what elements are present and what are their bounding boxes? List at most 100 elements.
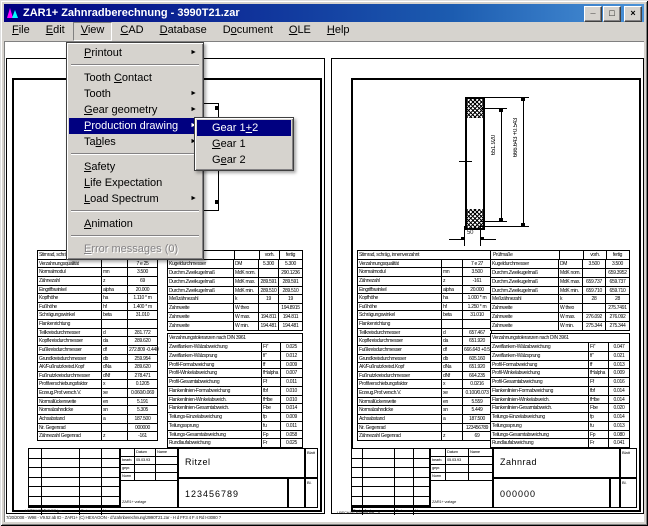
cell-label: Profil-Winkelabweichung (168, 369, 262, 377)
menu-item-label: Load Spectrum (84, 193, 159, 205)
menu-item[interactable]: Gear 1+2 ► (197, 120, 291, 136)
table-row: Norm (121, 473, 177, 481)
menu-item[interactable]: Safety ► (69, 159, 201, 175)
menu-item[interactable] (69, 61, 201, 70)
menu-item[interactable]: Animation ► (69, 216, 201, 232)
table-row: Fußhöhe hf 1.250 * m (358, 303, 491, 312)
cell-value: 664.235 (463, 372, 491, 380)
close-button[interactable]: × (624, 6, 642, 22)
menu-item[interactable]: Gear 1 ► (197, 136, 291, 152)
cell-value: 0.021 (609, 352, 629, 360)
cell-value: 20.000 (128, 286, 157, 294)
menu-item-label: Gear 2 (212, 154, 246, 166)
cell-symbol: fbf (589, 387, 609, 395)
cell-label: Profil-Gesamtabweichung (168, 378, 262, 386)
table-row (29, 478, 119, 488)
cell-label: Zähnezahl Gegenrad (358, 432, 442, 440)
cell-value: 7 e 25 (128, 260, 157, 268)
menu-item[interactable]: Gear geometry ► (69, 102, 201, 118)
cell-vorh: 659.710 (583, 287, 606, 295)
cell-label: Teilungs-Einzelabweichung (491, 413, 589, 421)
menu-item-label: Safety (84, 161, 115, 173)
bl-cell: Bl. (620, 478, 637, 508)
table-row: Zweiflanken-Wälzabweichung Fi" 0.025 (168, 343, 302, 352)
cell-label: Flankenlinien-Gesamtabweich. (491, 404, 589, 412)
minimize-button[interactable]: _ (584, 6, 602, 22)
cell-symbol: xe (442, 389, 463, 397)
cell-symbol: MdK max. (559, 278, 583, 286)
gear1-geometry-table: Stirnrad, schräg, außenverzahnt Verzahnu… (37, 250, 158, 441)
cell-symbol: mn (102, 268, 128, 276)
table-row (29, 468, 119, 478)
menubar-item[interactable]: Database (152, 22, 215, 41)
cell-label: Durchm.Zweikugelmaß (491, 287, 559, 295)
table-row: Datum Name (431, 449, 492, 457)
cell-fertig: 276.092 (606, 313, 629, 321)
table-row: Durchm.Zweikugelmaß MdK min. 659.710 659… (491, 287, 629, 296)
table-row: Datum Name (121, 449, 177, 457)
revision-table: Zust. Änderung Datum Name (351, 448, 430, 508)
cell-label: Flankenlinien-Winkelabweich. (168, 396, 262, 404)
dimension-arrow (481, 237, 484, 240)
titleblock-note: ZAR1+ vorlage (432, 499, 456, 504)
cell-symbol: z (102, 277, 128, 285)
cell-value: 651.920 (463, 337, 491, 345)
gear1-gauge-table: Prüfmaße vorh. fertig Kugeldurchmesser D… (167, 250, 303, 331)
cell-value: 272.809 -0.440 (128, 346, 159, 354)
menu-item[interactable]: Tables ► (69, 134, 201, 150)
cell-label: Meßzähnezahl (491, 295, 559, 303)
cell-label: AK/Fußnutzkreisd.Kopf (38, 363, 102, 371)
menu-item[interactable]: Printout ► (69, 45, 201, 61)
cell-symbol: Fbe (262, 404, 281, 412)
sheet-cell: Blatt (305, 448, 318, 478)
cell-vorh (583, 304, 606, 312)
table-row: Profil-Formabweichung ff 0.013 (491, 361, 629, 370)
cell-symbol: beta (442, 311, 463, 319)
menu-item[interactable]: Tooth ► (69, 86, 201, 102)
menu-item[interactable]: Gear 2 ► (197, 152, 291, 168)
cell-label: Verzahnungsqualität (358, 260, 442, 268)
cell-symbol (102, 424, 128, 432)
table-row: Flankenlinien-Gesamtabweich. Fbe 0.020 (491, 404, 629, 413)
table-row: Durchm.Zweikugelmaß MdK max. 659.737 659… (491, 278, 629, 287)
submenu-arrow-icon: ► (190, 106, 197, 114)
table-row (352, 468, 429, 478)
menu-item[interactable]: Tooth Contact ► (69, 70, 201, 86)
cell-fertig: 275.7491 (606, 304, 629, 312)
cell-symbol: alpha (102, 286, 128, 294)
menu-item[interactable]: Load Spectrum ► (69, 191, 201, 207)
menubar-item[interactable]: Help (319, 22, 358, 41)
table-row (352, 487, 429, 497)
cell-value: 289.620 (128, 363, 157, 371)
cell-value: 0.012 (281, 352, 302, 360)
cell-label: Teilungs-Einzelabweichung (168, 413, 262, 421)
menu-item[interactable] (69, 207, 201, 216)
cell-value: 000000 (128, 424, 157, 432)
menubar-item[interactable]: CAD (112, 22, 151, 41)
menubar-item[interactable]: Edit (38, 22, 73, 41)
table-row: Schrägungswinkel beta 31.010 (38, 311, 157, 320)
extension-line (480, 226, 481, 246)
cell-label: AK/Fußnutzkreisd.Kopf (358, 363, 442, 371)
menubar-item[interactable]: OLE (281, 22, 319, 41)
menu-item[interactable] (69, 150, 201, 159)
table-row: Flankenlinien-Winkelabweich. fHbe 0.014 (491, 396, 629, 405)
menu-item[interactable]: Production drawing ► (69, 118, 201, 134)
cell-symbol: k (559, 295, 583, 303)
table-row: Profil-Formabweichung ff 0.009 (168, 361, 302, 370)
menubar-item[interactable]: Document (215, 22, 281, 41)
menu-item[interactable]: Life Expectation ► (69, 175, 201, 191)
menubar-item[interactable]: File (4, 22, 38, 41)
cell-value: 0.025 (281, 439, 302, 447)
cell-vorh: 659.737 (583, 278, 606, 286)
cell-value: 0.014 (609, 396, 629, 404)
maximize-button[interactable]: □ (603, 6, 621, 22)
cell-label: Kugeldurchmesser (491, 260, 559, 268)
part-name-cell: Ritzel (178, 448, 305, 478)
title-bar[interactable]: ZAR1+ Zahnradberechnung - 3990T21.zar _ … (4, 4, 644, 22)
bl-cell: Bl. (305, 478, 318, 508)
menu-item[interactable] (69, 232, 201, 241)
cell-fertig: 5.300 (279, 260, 302, 268)
menubar-item[interactable]: View (73, 22, 113, 41)
menu-item[interactable]: Error messages (0) ► (69, 241, 201, 257)
